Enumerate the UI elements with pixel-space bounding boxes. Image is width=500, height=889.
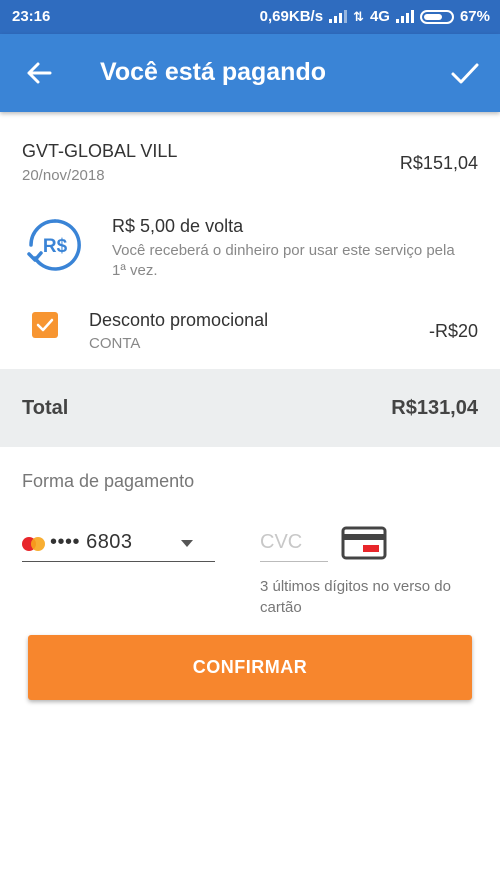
total-bar: Total R$131,04 xyxy=(0,369,500,447)
payment-method-label: Forma de pagamento xyxy=(22,471,195,491)
card-number: •••• 6803 xyxy=(50,531,133,553)
confirm-button-label: CONFIRMAR xyxy=(192,657,308,677)
total-label: Total xyxy=(22,397,69,419)
promo-title: Desconto promocional xyxy=(89,310,269,330)
network-type: 4G xyxy=(369,8,390,25)
battery-percent: 67% xyxy=(459,8,490,25)
cvc-input[interactable] xyxy=(260,527,328,554)
card-back-icon xyxy=(341,526,387,560)
promo-value: -R$20 xyxy=(428,321,478,341)
page-title: Você está pagando xyxy=(100,58,326,86)
cashback-icon-text: R$ xyxy=(43,236,68,257)
card-select[interactable]: •••• 6803 xyxy=(22,527,215,562)
cashback-title: R$ 5,00 de volta xyxy=(112,216,244,236)
battery-icon xyxy=(419,9,454,24)
status-time: 23:16 xyxy=(12,8,51,25)
signal-icon xyxy=(329,10,348,23)
arrow-left-icon[interactable] xyxy=(22,56,56,90)
confirm-button[interactable]: CONFIRMAR xyxy=(28,635,472,700)
status-indicators: 0,69KB/s ⇅ 4G 67% xyxy=(260,8,490,25)
promo-subtitle: CONTA xyxy=(89,335,141,352)
cvc-hint: 3 últimos dígitos no verso do cartão xyxy=(260,578,451,616)
chevron-down-icon xyxy=(181,540,193,547)
cvc-field[interactable] xyxy=(260,527,328,562)
network-speed: 0,69KB/s xyxy=(259,8,324,25)
promo-checkbox[interactable] xyxy=(32,312,58,338)
data-arrows-icon: ⇅ xyxy=(353,8,364,24)
app-bar: Você está pagando xyxy=(0,34,500,112)
status-bar: 23:16 0,69KB/s ⇅ 4G 67% xyxy=(0,0,500,34)
merchant-name: GVT-GLOBAL VILL xyxy=(22,141,178,161)
cashback-description: Você receberá o dinheiro por usar este s… xyxy=(112,242,455,279)
bill-amount: R$151,04 xyxy=(399,153,478,173)
bill-date: 20/nov/2018 xyxy=(22,167,105,184)
mastercard-icon xyxy=(22,537,46,551)
cashback-icon: R$ xyxy=(27,219,81,271)
check-icon[interactable] xyxy=(448,56,482,90)
signal-icon-2 xyxy=(395,10,414,23)
total-value: R$131,04 xyxy=(391,397,478,419)
